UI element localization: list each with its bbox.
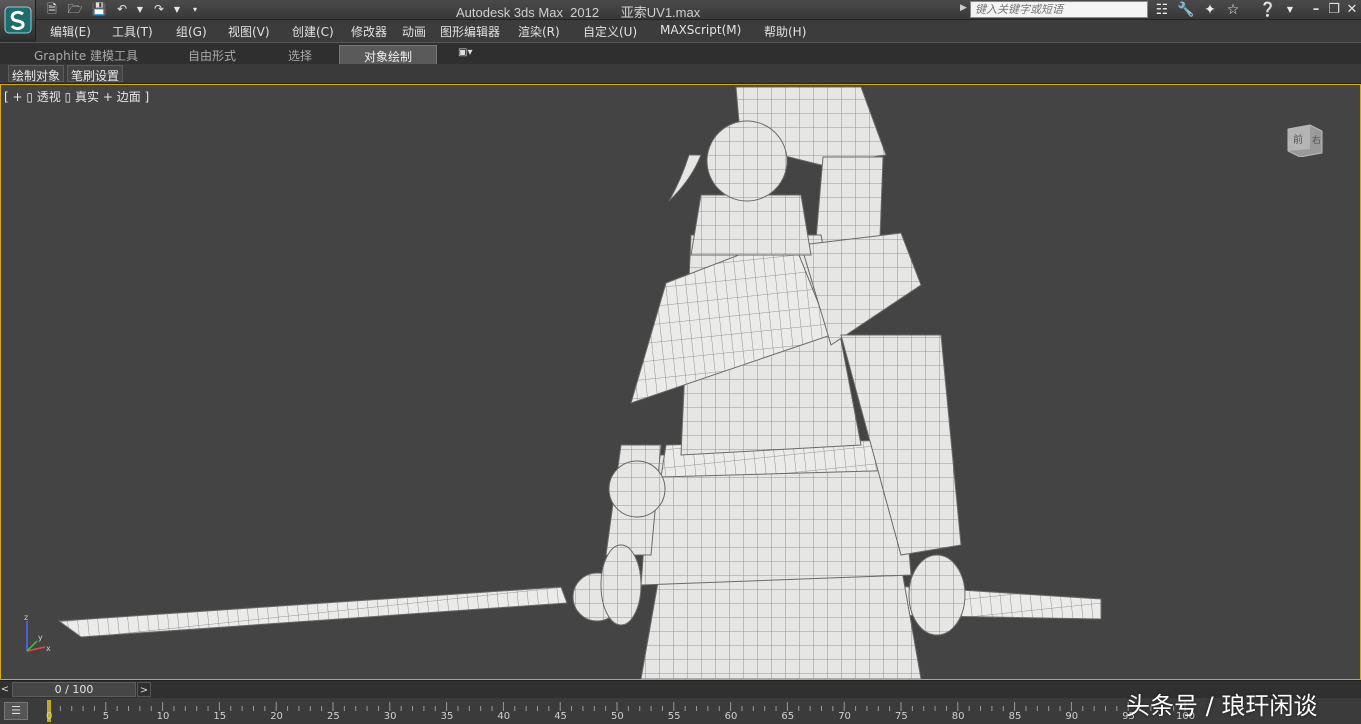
customize-dropdown-icon[interactable]: ▾ (186, 1, 204, 18)
wrench-icon[interactable]: 🔧 (1176, 1, 1196, 19)
time-next-icon[interactable]: > (137, 682, 151, 697)
character-model (57, 86, 1102, 679)
axis-x-label: x (46, 644, 51, 653)
menu-create[interactable]: 创建(C) (292, 23, 334, 40)
redo-icon[interactable]: ↷ (150, 1, 168, 18)
menu-customize[interactable]: 自定义(U) (583, 23, 637, 40)
tick-label: 5 (102, 711, 110, 722)
head (706, 120, 788, 202)
tick-label: 65 (781, 711, 795, 722)
left-hand (600, 544, 642, 626)
tab-freeform[interactable]: 自由形式 (176, 45, 248, 64)
perspective-viewport[interactable]: [ + ▯ 透视 ▯ 真实 + 边面 ] 前 右 z x y (0, 84, 1361, 680)
time-prev-icon[interactable]: < (0, 682, 10, 697)
tick-label: 45 (554, 711, 567, 722)
ribbon-tab-bar: Graphite 建模工具 自由形式 选择 对象绘制 ▣▾ (0, 42, 1361, 64)
menu-modifiers[interactable]: 修改器 (351, 23, 387, 40)
helmet-feather (668, 154, 702, 202)
tick-label: 75 (895, 711, 908, 722)
close-icon[interactable]: ✕ (1344, 1, 1360, 18)
dropdown-arrow-icon[interactable]: ▼ (168, 1, 186, 18)
tick-label: 55 (667, 711, 681, 722)
menu-rendering[interactable]: 渲染(R) (518, 23, 560, 40)
binoculars-icon[interactable]: ☷ (1152, 1, 1172, 19)
dropdown-arrow-icon[interactable]: ▼ (131, 1, 149, 18)
tab-object-paint[interactable]: 对象绘制 (339, 45, 437, 64)
hip-ornament (608, 460, 666, 518)
axis-z-label: z (24, 613, 28, 622)
menu-maxscript[interactable]: MAXScript(M) (660, 23, 741, 37)
menu-tools[interactable]: 工具(T) (112, 23, 153, 40)
viewport-label[interactable]: [ + ▯ 透视 ▯ 真实 + 边面 ] (4, 88, 149, 105)
satellite-icon[interactable]: ✦ (1200, 1, 1220, 19)
menu-edit[interactable]: 编辑(E) (50, 23, 91, 40)
menu-views[interactable]: 视图(V) (228, 23, 270, 40)
save-icon[interactable]: 💾 (90, 1, 108, 18)
axis-tripod-icon: z x y (24, 613, 51, 653)
axis-y-label: y (38, 633, 43, 642)
tick-label: 25 (327, 711, 340, 722)
viewcube-right-label: 右 (1312, 134, 1321, 146)
max-logo-icon (4, 6, 32, 34)
tick-label: 60 (724, 711, 738, 722)
menu-animation[interactable]: 动画 (402, 23, 426, 40)
tick-label: 30 (383, 711, 397, 722)
right-hand (908, 554, 966, 636)
restore-icon[interactable]: ❐ (1326, 1, 1342, 18)
menu-bar: 编辑(E) 工具(T) 组(G) 视图(V) 创建(C) 修改器 动画 图形编辑… (36, 20, 1361, 42)
help-dropdown-icon[interactable]: ▼ (1280, 1, 1300, 19)
star-icon[interactable]: ☆ (1223, 1, 1243, 19)
tab-selection[interactable]: 选择 (280, 45, 320, 64)
tick-label: 70 (838, 711, 851, 722)
brush-settings-button[interactable]: 笔刷设置 (67, 65, 124, 83)
tick-label: 10 (156, 711, 170, 722)
window-title: Autodesk 3ds Max 2012 亚索UV1.max (456, 5, 701, 20)
help-icon[interactable]: ❔ (1258, 1, 1278, 19)
viewcube-front-label: 前 (1293, 133, 1303, 146)
open-folder-icon[interactable]: 🗁 (66, 1, 84, 18)
new-file-icon[interactable]: 🗎 (43, 1, 61, 18)
tick-label: 0 (46, 711, 53, 722)
menu-help[interactable]: 帮助(H) (764, 23, 806, 40)
curve-editor-toggle-icon[interactable]: ☰ (4, 702, 28, 720)
title-bar: 🗎 🗁 💾 ↶ ▼ ↷ ▼ ▾ Autodesk 3ds Max 2012 亚索… (0, 0, 1361, 20)
undo-icon[interactable]: ↶ (113, 1, 131, 18)
app-window: 🗎 🗁 💾 ↶ ▼ ↷ ▼ ▾ Autodesk 3ds Max 2012 亚索… (0, 0, 1361, 724)
collar (690, 194, 812, 256)
menu-graph-editors[interactable]: 图形编辑器 (440, 23, 500, 40)
watermark: 头条号 / 琅玕闲谈 (1126, 692, 1318, 720)
tick-label: 15 (213, 711, 227, 722)
search-expand-icon[interactable]: ▶ (960, 3, 967, 13)
tick-label: 35 (440, 711, 454, 722)
search-input[interactable] (970, 1, 1148, 18)
viewcube-widget[interactable]: 前 右 (1284, 121, 1326, 157)
tick-label: 90 (1065, 711, 1079, 722)
tick-label: 40 (497, 711, 511, 722)
tick-label: 80 (951, 711, 965, 722)
tab-graphite-modeling[interactable]: Graphite 建模工具 (28, 45, 144, 64)
app-menu-button[interactable] (0, 0, 36, 40)
ribbon-panel: 绘制对象 笔刷设置 (0, 64, 1361, 84)
menu-group[interactable]: 组(G) (176, 23, 207, 40)
paint-objects-button[interactable]: 绘制对象 (8, 65, 65, 83)
time-slider-thumb[interactable]: 0 / 100 (12, 682, 136, 697)
ribbon-options-dropdown-icon[interactable]: ▣▾ (458, 47, 484, 61)
tick-label: 85 (1008, 711, 1022, 722)
sword-blade (57, 586, 568, 638)
tick-label: 20 (270, 711, 283, 722)
tick-label: 50 (611, 711, 624, 722)
minimize-icon[interactable]: – (1308, 1, 1324, 18)
